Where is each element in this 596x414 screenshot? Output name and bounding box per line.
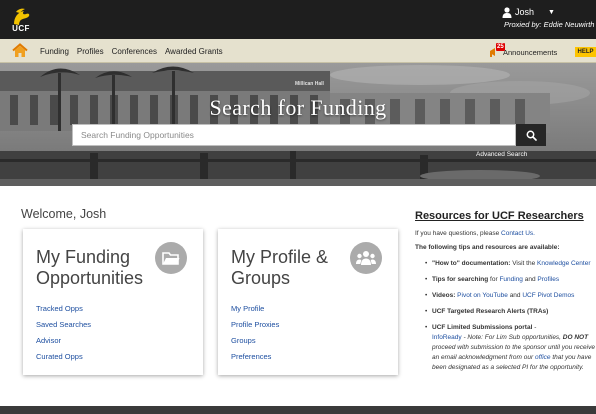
my-funding-card: My Funding Opportunities Tracked Opps Sa…	[23, 229, 203, 375]
footer-bar	[0, 406, 596, 414]
user-menu[interactable]: Josh ▼ Proxied by: Eddie Neuwirth	[502, 6, 594, 29]
lim-do-not: DO NOT	[562, 334, 589, 341]
tracked-opps-link[interactable]: Tracked Opps	[36, 304, 91, 313]
questions-prefix: If you have questions, please	[415, 230, 502, 237]
pivot-demos-link[interactable]: UCF Pivot Demos	[522, 292, 574, 299]
lim-note-1: - Note: For Lim Sub opportunities,	[461, 334, 563, 341]
search-input[interactable]	[73, 125, 515, 145]
list-item: UCF Limited Submissions portal - InfoRea…	[425, 323, 596, 373]
advisor-link[interactable]: Advisor	[36, 336, 91, 345]
office-link[interactable]: office	[535, 354, 551, 361]
tras-link[interactable]: UCF Targeted Research Alerts (TRAs)	[432, 308, 548, 315]
tips-intro: The following tips and resources are ava…	[415, 244, 560, 251]
announcements-label: Announcements	[503, 47, 558, 57]
knowledge-center-link[interactable]: Knowledge Center	[537, 260, 590, 267]
limited-submissions-label: UCF Limited Submissions portal	[432, 324, 533, 331]
preferences-link[interactable]: Preferences	[231, 352, 279, 361]
chevron-down-icon[interactable]: ▼	[548, 9, 555, 16]
videos-and-text: and	[507, 292, 523, 299]
logo-text: UCF	[12, 24, 30, 33]
nav-profiles[interactable]: Profiles	[77, 47, 104, 56]
list-item: Videos: Pivot on YouTube and UCF Pivot D…	[425, 291, 596, 301]
howto-label: "How to" documentation:	[432, 260, 511, 267]
videos-label: Videos:	[432, 292, 456, 299]
list-item: UCF Targeted Research Alerts (TRAs)	[425, 307, 596, 317]
help-button[interactable]: HELP	[575, 47, 596, 57]
people-icon	[350, 242, 382, 274]
pivot-youtube-link[interactable]: Pivot on YouTube	[457, 292, 508, 299]
profile-proxies-link[interactable]: Profile Proxies	[231, 320, 279, 329]
search-icon	[526, 130, 537, 141]
user-icon	[502, 6, 512, 18]
tips-label: Tips for searching	[432, 276, 489, 283]
announcements-count-badge: 25	[496, 43, 505, 51]
list-item: Tips for searching for Funding and Profi…	[425, 275, 596, 285]
advanced-search-link[interactable]: Advanced Search	[476, 151, 527, 158]
infoready-link[interactable]: InfoReady	[432, 334, 462, 341]
building-sign: Millican Hall	[295, 81, 324, 87]
list-item: "How to" documentation: Visit the Knowle…	[425, 259, 596, 269]
saved-searches-link[interactable]: Saved Searches	[36, 320, 91, 329]
card-title[interactable]: My Profile & Groups	[231, 247, 351, 289]
my-profile-link[interactable]: My Profile	[231, 304, 279, 313]
search-box	[72, 124, 516, 146]
tips-for-text: for	[488, 276, 500, 283]
welcome-heading: Welcome, Josh	[21, 207, 107, 221]
resources-list: "How to" documentation: Visit the Knowle…	[415, 259, 596, 373]
curated-opps-link[interactable]: Curated Opps	[36, 352, 91, 361]
questions-text: If you have questions, please Contact Us…	[415, 229, 596, 238]
home-icon[interactable]	[12, 43, 28, 58]
tips-and-text: and	[522, 276, 538, 283]
search-button[interactable]	[516, 124, 546, 146]
main-nav: Funding Profiles Conferences Awarded Gra…	[0, 39, 596, 63]
nav-funding[interactable]: Funding	[40, 47, 69, 56]
funding-tips-link[interactable]: Funding	[499, 276, 523, 283]
user-name: Josh	[515, 7, 535, 17]
megaphone-icon: 25	[489, 43, 505, 58]
nav-conferences[interactable]: Conferences	[112, 47, 157, 56]
main-content: Welcome, Josh My Funding Opportunities T…	[0, 186, 596, 406]
proxy-text: Proxied by: Eddie Neuwirth	[504, 20, 595, 29]
hero-banner: Millican Hall Search for Funding Advance…	[0, 63, 596, 186]
nav-awarded-grants[interactable]: Awarded Grants	[165, 47, 223, 56]
card-title[interactable]: My Funding Opportunities	[36, 247, 156, 289]
groups-link[interactable]: Groups	[231, 336, 279, 345]
hero-title: Search for Funding	[209, 95, 387, 120]
resources-title: Resources for UCF Researchers	[415, 210, 584, 222]
my-profile-card: My Profile & Groups My Profile Profile P…	[218, 229, 398, 375]
profiles-tips-link[interactable]: Profiles	[537, 276, 559, 283]
lim-dash: -	[532, 324, 537, 331]
announcements-link[interactable]: 25 Announcements	[489, 43, 558, 58]
howto-text: Visit the	[510, 260, 538, 267]
resources-panel: Resources for UCF Researchers If you hav…	[415, 210, 596, 379]
contact-us-link[interactable]: Contact Us.	[501, 230, 535, 237]
folder-icon	[155, 242, 187, 274]
top-bar: UCF Josh ▼ Proxied by: Eddie Neuwirth	[0, 0, 596, 39]
